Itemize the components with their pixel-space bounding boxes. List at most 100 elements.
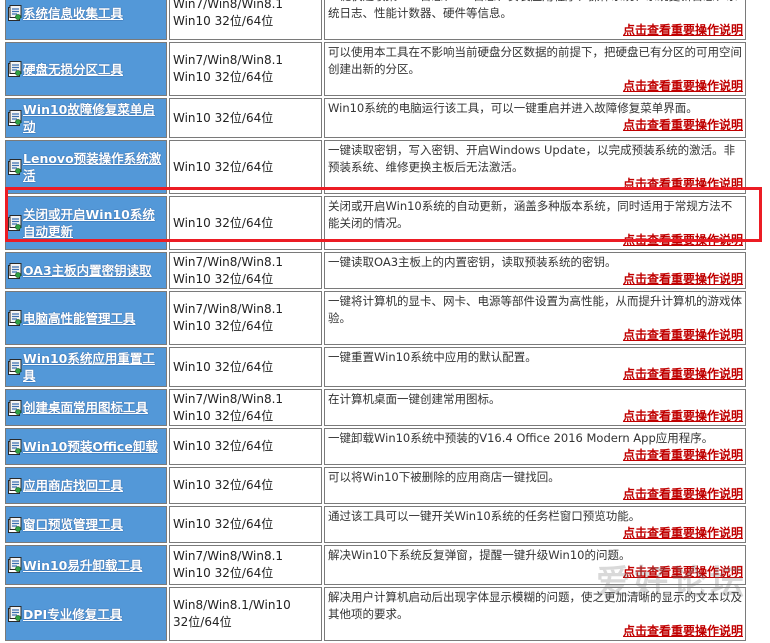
description-cell: 解决Win10下系统反复弹窗，提醒一键升级Win10的问题。 点击查看重要操作说明 xyxy=(324,545,746,585)
operation-guide-link[interactable]: 点击查看重要操作说明 xyxy=(325,22,745,39)
tool-file-icon xyxy=(8,310,22,326)
os-support-line: Win7/Win8/Win8.1 xyxy=(173,53,284,67)
tool-name-link[interactable]: Win10预装Office卸载 xyxy=(23,438,158,455)
os-support-line: Win10 32位/64位 xyxy=(173,14,274,28)
description-text: 一键快速收集CBS日志、INF日志、安装应用程序、操作系统、系统更新日志、系统日… xyxy=(328,0,738,20)
tool-table-body: 系统信息收集工具 Win7/Win8/Win8.1 Win10 32位/64位 一键快… xyxy=(5,0,746,641)
tool-row: 电脑高性能管理工具 Win7/Win8/Win8.1 Win10 32位/64位 一键… xyxy=(5,291,746,345)
os-support-line: Win7/Win8/Win8.1 xyxy=(173,302,284,316)
tool-name-link[interactable]: 硬盘无损分区工具 xyxy=(23,61,123,78)
tool-row: Win10预装Office卸载 Win10 32位/64位 一键卸载Win10系统中… xyxy=(5,428,746,465)
os-support-line: Win7/Win8/Win8.1 xyxy=(173,0,284,11)
operation-guide-link[interactable]: 点击查看重要操作说明 xyxy=(325,486,745,503)
os-support-line: Win10 32位/64位 xyxy=(173,70,274,84)
tool-name-cell: Win10易升卸载工具 xyxy=(5,545,167,585)
os-support-line: Win7/Win8/Win8.1 xyxy=(173,391,284,406)
description-text: 一键重置Win10系统中应用的默认配置。 xyxy=(328,350,537,364)
operation-guide-link[interactable]: 点击查看重要操作说明 xyxy=(325,564,745,581)
operation-guide-link[interactable]: 点击查看重要操作说明 xyxy=(325,78,745,95)
description-cell: 可以使用本工具在不影响当前硬盘分区数据的前提下，把硬盘已有分区的可用空间创建出新… xyxy=(324,42,746,96)
tool-name-cell: OA3主板内置密钥读取 xyxy=(5,252,167,289)
tool-name-cell: Win10预装Office卸载 xyxy=(5,428,167,465)
description-text: 一键将计算机的显卡、网卡、电源等部件设置为高性能，从而提升计算机的游戏体验。 xyxy=(328,294,742,325)
tool-name-wrapper: 创建桌面常用图标工具 xyxy=(6,397,166,418)
tool-name-cell: Win10系统应用重置工具 xyxy=(5,347,167,387)
tool-row: 关闭或开启Win10系统自动更新 Win10 32位/64位 关闭或开启Win10系… xyxy=(5,196,746,250)
operation-guide-link[interactable]: 点击查看重要操作说明 xyxy=(325,117,745,134)
tool-name-link[interactable]: Win10故障修复菜单启动 xyxy=(23,101,164,135)
os-support-cell: Win7/Win8/Win8.1 Win10 32位/64位 xyxy=(169,291,322,345)
tool-row: OA3主板内置密钥读取 Win7/Win8/Win8.1 Win10 32位/64位… xyxy=(5,252,746,289)
os-support-cell: Win10 32位/64位 xyxy=(169,347,322,387)
tool-file-icon xyxy=(8,110,22,126)
tool-name-wrapper: 硬盘无损分区工具 xyxy=(6,59,166,80)
tool-row: 系统信息收集工具 Win7/Win8/Win8.1 Win10 32位/64位 一键快… xyxy=(5,0,746,40)
tool-name-cell: DPI专业修复工具 xyxy=(5,587,167,641)
tool-name-wrapper: Lenovo预装操作系统激活 xyxy=(6,148,166,186)
tool-name-link[interactable]: DPI专业修复工具 xyxy=(23,606,122,623)
description-cell: 一键重置Win10系统中应用的默认配置。点击查看重要操作说明 xyxy=(324,347,746,387)
operation-guide-link[interactable]: 点击查看重要操作说明 xyxy=(325,447,745,464)
os-support-cell: Win10 32位/64位 xyxy=(169,140,322,194)
tool-name-link[interactable]: 电脑高性能管理工具 xyxy=(23,310,136,327)
tool-name-cell: Win10故障修复菜单启动 xyxy=(5,98,167,138)
os-support-line: Win10 32位/64位 xyxy=(173,159,274,174)
description-text: 解决用户计算机启动后出现字体显示模糊的问题，使之更加清晰的显示的文本以及其他项的… xyxy=(328,590,742,621)
tool-file-icon xyxy=(8,399,22,416)
operation-guide-link[interactable]: 点击查看重要操作说明 xyxy=(325,525,745,542)
operation-guide-link[interactable]: 点击查看重要操作说明 xyxy=(325,327,745,344)
os-support-line: Win10 32位/64位 xyxy=(173,566,274,580)
operation-guide-link[interactable]: 点击查看重要操作说明 xyxy=(325,623,745,640)
tool-row: DPI专业修复工具 Win8/Win8.1/Win10 32位/64位 解决用户计算机… xyxy=(5,587,746,641)
description-cell: 一键读取密钥，写入密钥、开启Windows Update，以完成预装系统的激活。… xyxy=(324,140,746,194)
os-support-line: Win7/Win8/Win8.1 xyxy=(173,254,284,269)
tool-name-wrapper: 关闭或开启Win10系统自动更新 xyxy=(6,204,166,242)
operation-guide-link[interactable]: 点击查看重要操作说明 xyxy=(325,271,745,288)
os-support-line: Win10 32位/64位 xyxy=(173,319,274,333)
tool-file-icon xyxy=(8,557,22,573)
description-cell: 关闭或开启Win10系统的自动更新，涵盖多种版本系统，同时适用于常规方法不能关闭… xyxy=(324,196,746,250)
tool-row: 窗口预览管理工具 Win10 32位/64位 通过该工具可以一键开关Win10系统的… xyxy=(5,506,746,543)
tool-name-link[interactable]: 系统信息收集工具 xyxy=(23,5,123,22)
tool-name-wrapper: DPI专业修复工具 xyxy=(6,604,166,625)
tool-name-link[interactable]: Win10系统应用重置工具 xyxy=(23,350,164,384)
os-support-line: Win8/Win8.1/Win10 xyxy=(173,598,291,612)
operation-guide-link[interactable]: 点击查看重要操作说明 xyxy=(325,408,745,425)
os-support-line: Win10 32位/64位 xyxy=(173,359,274,374)
os-support-line: Win10 32位/64位 xyxy=(173,439,274,453)
tool-name-cell: 关闭或开启Win10系统自动更新 xyxy=(5,196,167,250)
tool-name-wrapper: Win10易升卸载工具 xyxy=(6,555,166,576)
os-support-cell: Win8/Win8.1/Win10 32位/64位 xyxy=(169,587,322,641)
tool-name-link[interactable]: 窗口预览管理工具 xyxy=(23,516,123,533)
tool-file-icon xyxy=(8,477,22,494)
os-support-cell: Win10 32位/64位 xyxy=(169,196,322,250)
tool-name-link[interactable]: Lenovo预装操作系统激活 xyxy=(23,150,164,184)
operation-guide-link[interactable]: 点击查看重要操作说明 xyxy=(325,232,745,249)
tool-name-link[interactable]: Win10易升卸载工具 xyxy=(23,557,142,574)
description-cell: 一键读取OA3主板上的内置密钥，读取预装系统的密钥。 点击查看重要操作说明 xyxy=(324,252,746,289)
tool-name-wrapper: Win10预装Office卸载 xyxy=(6,436,166,457)
os-support-line: Win10 32位/64位 xyxy=(173,408,274,423)
operation-guide-link[interactable]: 点击查看重要操作说明 xyxy=(325,176,745,193)
operation-guide-link[interactable]: 点击查看重要操作说明 xyxy=(325,366,745,383)
tool-name-cell: 创建桌面常用图标工具 xyxy=(5,389,167,426)
tool-file-icon xyxy=(8,5,22,21)
os-support-line: Win10 32位/64位 xyxy=(173,110,274,125)
tool-name-wrapper: Win10故障修复菜单启动 xyxy=(6,99,166,137)
os-support-cell: Win7/Win8/Win8.1 Win10 32位/64位 xyxy=(169,42,322,96)
os-support-line: Win10 32位/64位 xyxy=(173,517,274,531)
description-cell: 一键快速收集CBS日志、INF日志、安装应用程序、操作系统、系统更新日志、系统日… xyxy=(324,0,746,40)
tool-name-link[interactable]: OA3主板内置密钥读取 xyxy=(23,262,152,279)
tool-name-link[interactable]: 应用商店找回工具 xyxy=(23,477,123,494)
tool-name-cell: 硬盘无损分区工具 xyxy=(5,42,167,96)
tool-name-link[interactable]: 关闭或开启Win10系统自动更新 xyxy=(23,206,164,240)
tool-name-cell: 窗口预览管理工具 xyxy=(5,506,167,543)
description-cell: 可以将Win10下被删除的应用商店一键找回。 点击查看重要操作说明 xyxy=(324,467,746,504)
os-support-line: Win10 32位/64位 xyxy=(173,271,274,286)
tool-name-wrapper: 窗口预览管理工具 xyxy=(6,514,166,535)
tool-file-icon xyxy=(8,438,22,455)
os-support-cell: Win10 32位/64位 xyxy=(169,506,322,543)
tool-file-icon xyxy=(8,215,22,231)
description-cell: 一键将计算机的显卡、网卡、电源等部件设置为高性能，从而提升计算机的游戏体验。点击… xyxy=(324,291,746,345)
tool-name-link[interactable]: 创建桌面常用图标工具 xyxy=(23,399,148,416)
